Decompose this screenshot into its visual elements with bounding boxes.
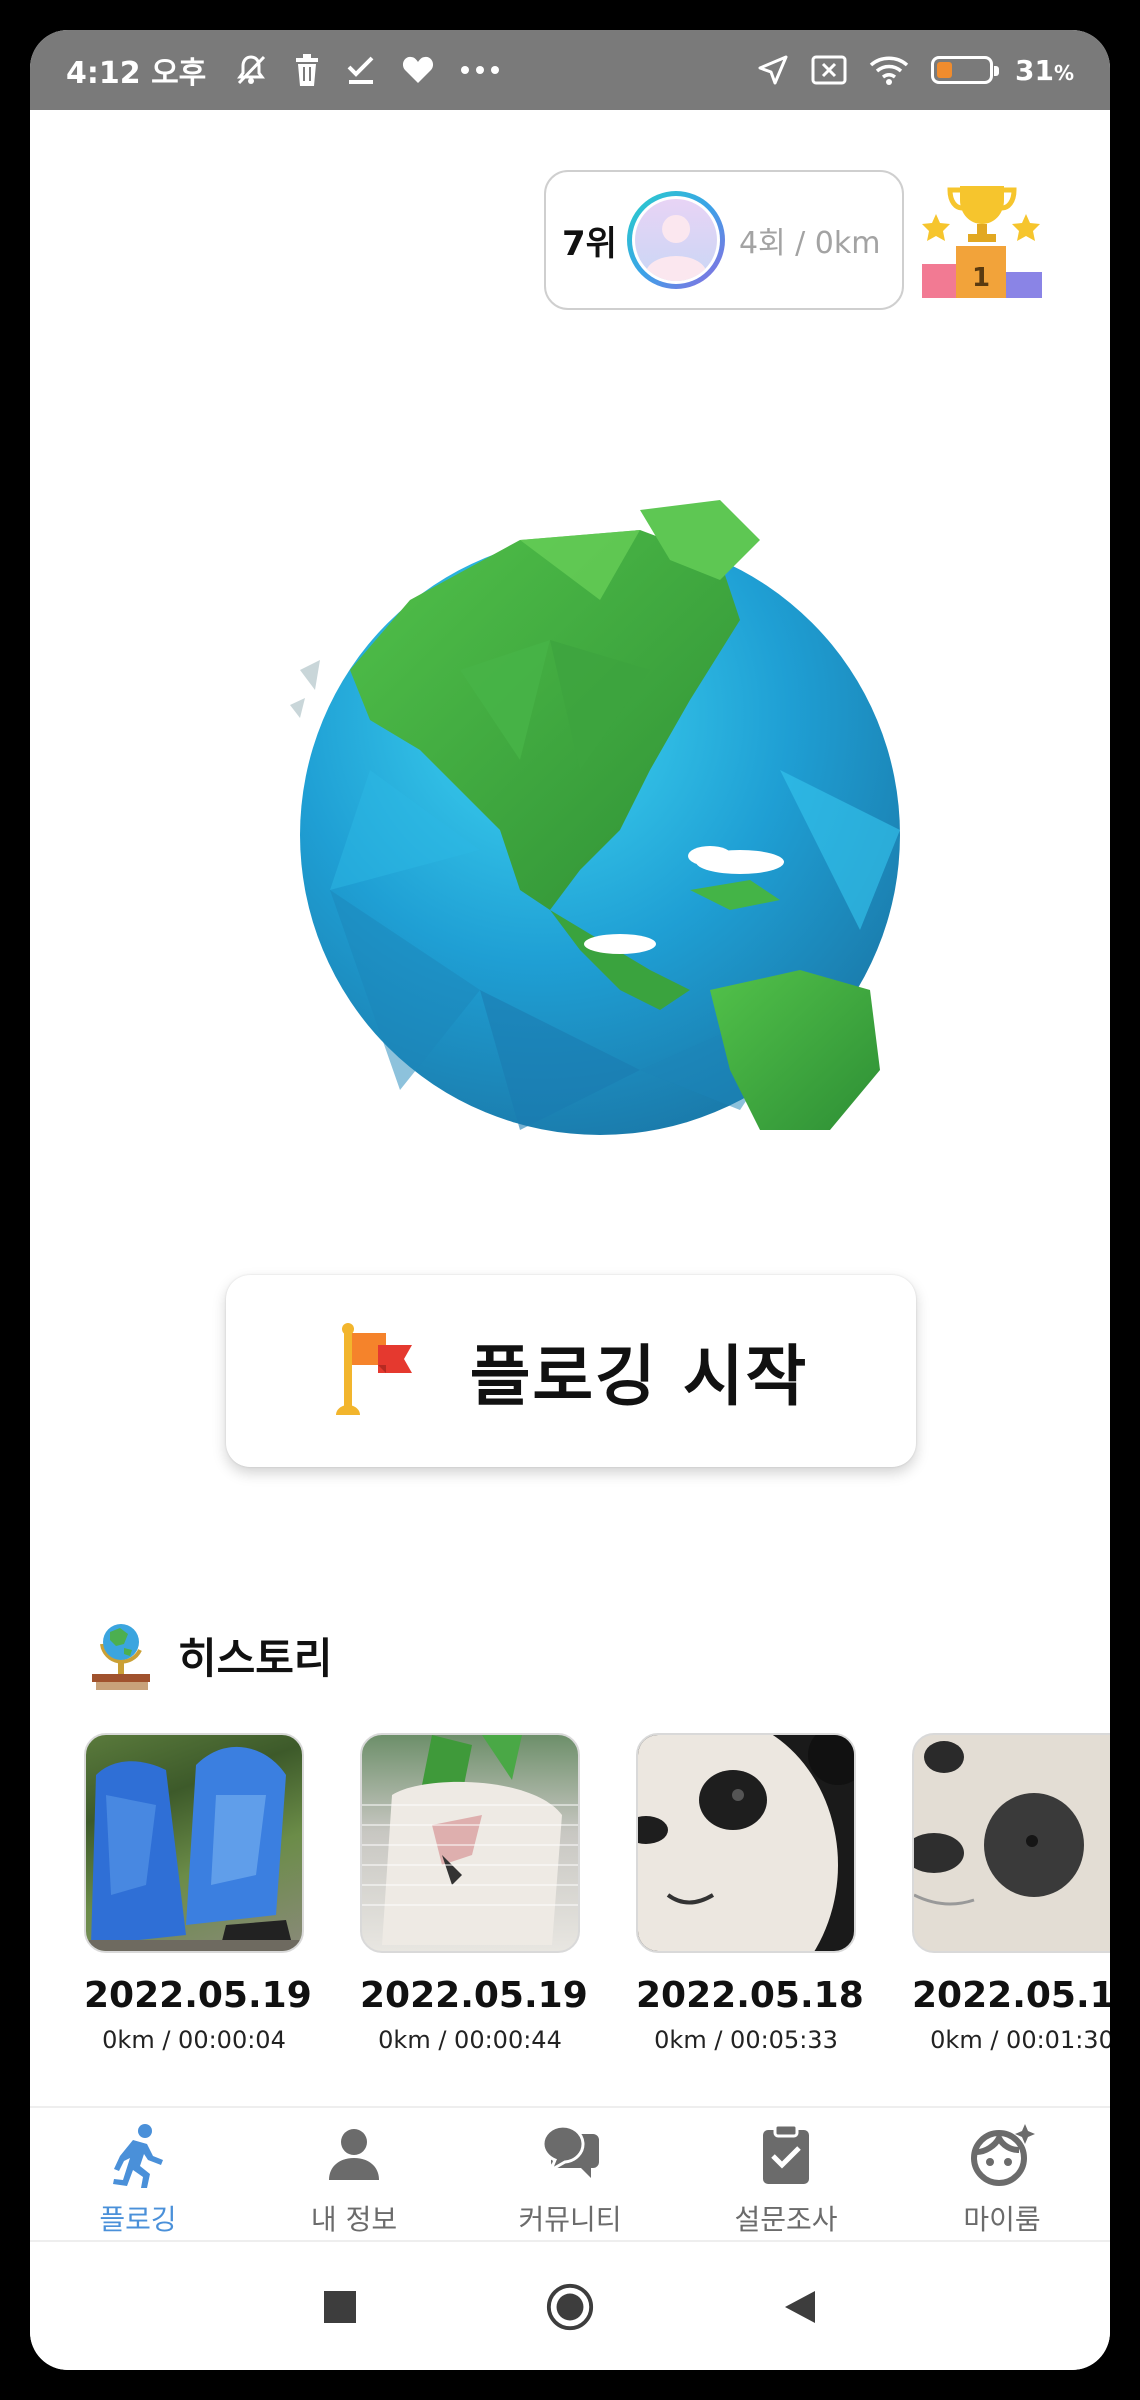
nav-label: 설문조사 — [734, 2203, 838, 2236]
back-button[interactable] — [775, 2282, 825, 2332]
trophy-podium-icon[interactable]: 1 — [922, 180, 1042, 298]
square-icon — [324, 2291, 356, 2323]
history-item[interactable]: 2022.05.19 0km / 00:00:44 — [360, 1733, 588, 2063]
history-date: 2022.05.18 — [636, 1975, 864, 2016]
svg-text:1: 1 — [972, 263, 990, 293]
nav-label: 플로깅 — [99, 2203, 177, 2236]
history-item[interactable]: 2022.05.18 0km / 00:05:33 — [636, 1733, 864, 2063]
nav-item-my-info[interactable]: 내 정보 — [246, 2108, 462, 2240]
history-meta: 0km / 00:00:44 — [378, 2026, 562, 2054]
mute-icon — [234, 53, 268, 87]
nav-item-community[interactable]: 커뮤니티 — [462, 2108, 678, 2240]
nav-label: 마이룸 — [963, 2203, 1041, 2236]
wifi-icon — [869, 55, 909, 85]
home-button[interactable] — [545, 2282, 595, 2332]
clipboard-check-icon — [763, 2123, 809, 2184]
face-sparkle-icon — [971, 2124, 1035, 2186]
back-triangle-icon — [785, 2291, 815, 2323]
plastic-bag-photo — [360, 1733, 580, 1953]
history-meta: 0km / 00:05:33 — [654, 2026, 838, 2054]
history-title: 히스토리 — [178, 1633, 333, 1683]
history-item[interactable]: 2022.05.19 0km / 00:00:04 — [84, 1733, 312, 2063]
desk-globe-icon — [92, 1624, 150, 1690]
panda-photo — [636, 1733, 856, 1953]
battery-icon — [930, 56, 999, 84]
device-frame: 4:12 오후 31% 7위 4회 / 0km 1 플로깅 시작 히스토리 20… — [0, 0, 1140, 2400]
recents-button[interactable] — [315, 2282, 365, 2332]
heart-icon — [402, 56, 434, 84]
check-icon — [346, 55, 376, 85]
flag-icon — [335, 1323, 412, 1415]
start-plogging-label: 플로깅 시작 — [469, 1338, 809, 1415]
status-time: 4:12 오후 — [66, 56, 207, 91]
nav-item-my-room[interactable]: 마이룸 — [894, 2108, 1110, 2240]
notification-icons — [234, 53, 500, 87]
nav-label: 내 정보 — [310, 2203, 398, 2236]
history-header: 히스토리 — [90, 1620, 333, 1690]
rank-card[interactable]: 7위 4회 / 0km — [544, 170, 904, 310]
system-icons: 31% — [757, 54, 1074, 87]
history-date: 2022.05.18 — [912, 1975, 1110, 2016]
location-icon — [757, 54, 789, 86]
app-screen: 4:12 오후 31% 7위 4회 / 0km 1 플로깅 시작 히스토리 20… — [30, 30, 1110, 2370]
chat-bubbles-icon — [541, 2124, 599, 2178]
nav-label: 커뮤니티 — [518, 2203, 622, 2236]
trash-bags-photo — [84, 1733, 304, 1953]
nav-item-survey[interactable]: 설문조사 — [678, 2108, 894, 2240]
system-nav-bar — [30, 2244, 1110, 2370]
trash-icon — [294, 54, 320, 86]
nav-item-plogging[interactable]: 플로깅 — [30, 2108, 246, 2240]
rank-number: 7위 — [562, 223, 617, 264]
earth-globe-image — [290, 500, 900, 1135]
history-meta: 0km / 00:00:04 — [102, 2026, 286, 2054]
history-date: 2022.05.19 — [84, 1975, 312, 2016]
battery-percent: 31% — [1014, 53, 1074, 87]
no-sim-icon — [811, 55, 847, 85]
status-bar: 4:12 오후 31% — [30, 30, 1110, 110]
rank-stats: 4회 / 0km — [738, 226, 881, 261]
history-list: 2022.05.19 0km / 00:00:04 2022.05.19 0km… — [84, 1733, 1110, 2063]
start-plogging-button[interactable]: 플로깅 시작 — [226, 1275, 916, 1467]
runner-icon — [113, 2124, 163, 2188]
person-icon — [329, 2129, 379, 2180]
home-circle-icon — [546, 2283, 594, 2331]
more-dots-icon — [460, 65, 500, 75]
history-meta: 0km / 00:01:30 — [930, 2026, 1110, 2054]
avatar — [626, 191, 725, 289]
history-date: 2022.05.19 — [360, 1975, 588, 2016]
panda-closeup-photo — [912, 1733, 1110, 1953]
history-item[interactable]: 2022.05.18 0km / 00:01:30 — [912, 1733, 1110, 2063]
bottom-nav: 플로깅 내 정보 커뮤니티 설문조사 마이룸 — [30, 2106, 1110, 2242]
